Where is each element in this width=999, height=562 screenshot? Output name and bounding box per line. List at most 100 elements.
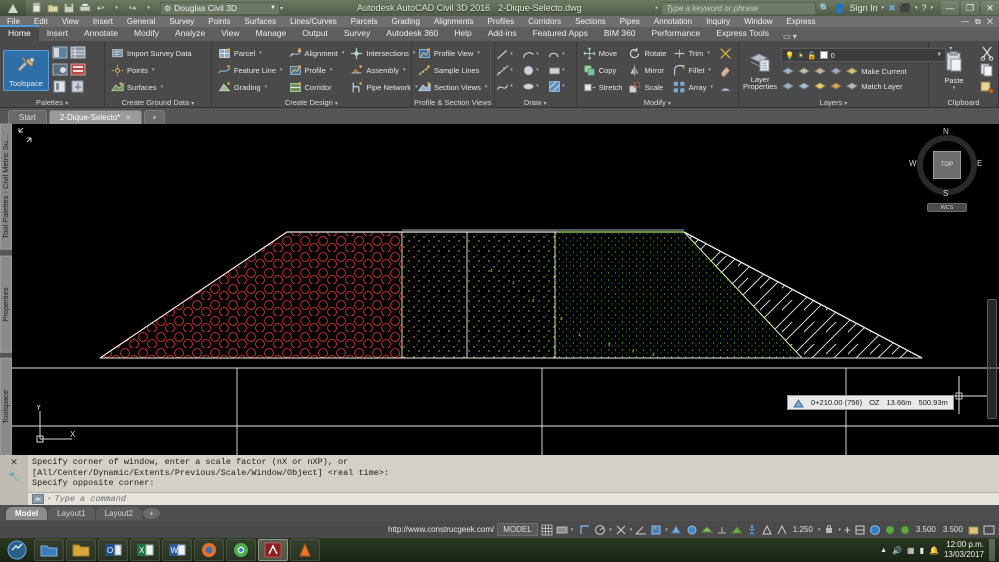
panel-title-clipboard[interactable]: Clipboard (929, 97, 998, 108)
viewcube-east-label[interactable]: E (977, 159, 982, 168)
open-icon[interactable] (45, 1, 60, 15)
chevron-down-icon[interactable]: ▾ (259, 50, 262, 56)
tab-performance[interactable]: Performance (644, 27, 709, 41)
panel-title-create-design[interactable]: Create Design ▾ (212, 97, 411, 108)
chevron-down-icon[interactable]: ▾ (710, 84, 713, 90)
tab-express-tools[interactable]: Express Tools (708, 27, 777, 41)
tab-autodesk-360[interactable]: Autodesk 360 (378, 27, 446, 41)
close-icon[interactable]: ✕ (10, 457, 18, 468)
isolate-objects-icon[interactable] (716, 523, 728, 537)
ribbon-item-pipe-network[interactable]: Pipe Network ▾ (347, 79, 420, 95)
chevron-down-icon[interactable]: ▾ (844, 101, 847, 107)
layer-properties-button[interactable]: Layer Properties (742, 48, 778, 93)
grid-icon[interactable] (541, 523, 553, 537)
isolate-toggle-icon[interactable] (869, 523, 881, 537)
show-desktop-button[interactable] (989, 539, 995, 561)
toolspace-button[interactable]: Toolspace (3, 49, 49, 91)
otrack-icon[interactable] (635, 523, 647, 537)
chevron-down-icon[interactable]: ▾ (335, 101, 338, 107)
ribbon-item-sample-lines[interactable]: Sample Lines (415, 62, 491, 78)
layer-lock-icon[interactable] (829, 64, 843, 78)
navigation-bar[interactable] (987, 299, 997, 419)
chevron-down-icon[interactable]: ▾ (403, 67, 406, 73)
layer-selector[interactable]: 💡 ☀ 🔓 0 ▼ (781, 48, 947, 62)
ribbon-item-points[interactable]: Points ▾ (108, 62, 195, 78)
workspace-selector[interactable]: ⚙ Douglas Civil 3D ▼ (160, 1, 280, 15)
workspace-switch-icon[interactable] (761, 523, 773, 537)
draw-cell-rectangle[interactable]: ▾ (548, 64, 574, 77)
menu-item-sections[interactable]: Sections (568, 16, 613, 27)
tab-add-ins[interactable]: Add-ins (480, 27, 525, 41)
document-tab-start[interactable]: Start (8, 110, 47, 124)
layer-thaw-icon[interactable] (797, 79, 811, 93)
chevron-down-icon[interactable]: ▾ (265, 84, 268, 90)
exchange-apps-icon[interactable]: ⬛ (900, 3, 911, 14)
tab-insert[interactable]: Insert (39, 27, 76, 41)
viewcube-ucs-selector[interactable]: WCS (927, 203, 967, 212)
panel-title-modify[interactable]: Modify ▾ (577, 97, 738, 108)
tab-annotate[interactable]: Annotate (76, 27, 126, 41)
snap-icon[interactable] (556, 523, 568, 537)
chevron-down-icon[interactable]: ▾ (708, 67, 711, 73)
menu-item-pipes[interactable]: Pipes (613, 16, 647, 27)
ribbon-item-rotate[interactable]: Rotate (625, 45, 669, 61)
menu-item-view[interactable]: View (55, 16, 86, 27)
lightbulb-on-icon[interactable]: 💡 (785, 51, 794, 60)
menu-item-grading[interactable]: Grading (384, 16, 426, 27)
viewport-lock-dropdown-icon[interactable]: ▾ (838, 527, 841, 533)
drawing-window-controls[interactable]: — ⧉ ✕ (961, 17, 999, 27)
lineweight-display-icon[interactable] (884, 523, 896, 537)
taskbar-item-vlc[interactable] (290, 539, 320, 561)
copy-clip-icon[interactable] (978, 62, 995, 78)
drawing-canvas[interactable]: 41 23 14 23 Y X N S W E TOP WCS 0+210.00… (12, 124, 999, 455)
chevron-down-icon[interactable]: ▼ (270, 5, 276, 11)
battery-icon[interactable]: ▮ (920, 546, 924, 555)
viewcube-west-label[interactable]: W (909, 159, 917, 168)
autodesk-360-icon[interactable]: ✖ (888, 3, 896, 14)
start-button[interactable] (2, 539, 32, 561)
autoscale-icon[interactable] (730, 523, 743, 537)
panel-title-create-ground-data[interactable]: Create Ground Data ▾ (105, 97, 211, 108)
undo-icon[interactable]: ↩ (93, 1, 108, 15)
apps-dropdown-icon[interactable]: ▾ (915, 5, 918, 11)
clean-screen-icon[interactable] (968, 523, 980, 537)
customize-icon[interactable]: 🔧 (8, 471, 19, 482)
chevron-down-icon[interactable]: ▾ (161, 84, 164, 90)
menu-item-surfaces[interactable]: Surfaces (238, 16, 284, 27)
panel-title-palettes[interactable]: Palettes ▾ (0, 97, 104, 108)
hardware-acceleration-icon[interactable] (854, 523, 866, 537)
chevron-down-icon[interactable]: ▾ (280, 67, 283, 73)
annotation-scale-value[interactable]: 1:250 (791, 525, 815, 534)
tab-manage[interactable]: Manage (248, 27, 295, 41)
ribbon-item-corridor[interactable]: Corridor (286, 79, 348, 95)
chevron-down-icon[interactable]: ▾ (485, 84, 488, 90)
palette-tab-toolspace[interactable]: Toolspace (0, 358, 12, 455)
minimize-button[interactable]: — (941, 1, 959, 15)
menu-item-lines-curves[interactable]: Lines/Curves (283, 16, 344, 27)
tab-featured-apps[interactable]: Featured Apps (525, 27, 596, 41)
ribbon-item-feature-line[interactable]: Feature Line ▾ (215, 62, 286, 78)
help-icon[interactable]: ? (921, 3, 926, 13)
menu-item-points[interactable]: Points (201, 16, 237, 27)
menu-item-insert[interactable]: Insert (86, 16, 120, 27)
layer-off-icon[interactable] (813, 64, 827, 78)
chevron-down-icon[interactable]: ▾ (65, 101, 68, 107)
command-prompt-icon[interactable]: ≫ (32, 494, 44, 504)
add-icon[interactable]: + (844, 523, 851, 537)
draw-cell-line[interactable]: ▾ (496, 48, 522, 61)
sun-icon[interactable]: ☀ (798, 51, 805, 60)
lineweight-display-icon-2[interactable] (899, 523, 911, 537)
menu-item-parcels[interactable]: Parcels (344, 16, 385, 27)
document-tab-2-dique-selecto-[interactable]: 2-Dique-Selecto* ✕ (48, 110, 143, 124)
menu-item-annotation[interactable]: Annotation (647, 16, 699, 27)
search-input[interactable]: Type a keyword or phrase (661, 1, 817, 15)
taskbar-item-word[interactable]: W (162, 539, 192, 561)
close-button[interactable]: ✕ (981, 1, 999, 15)
search-dropdown-icon[interactable]: ▸ (656, 5, 659, 11)
menu-item-profiles[interactable]: Profiles (481, 16, 522, 27)
make-current-label[interactable]: Make Current (861, 67, 906, 76)
view-cube[interactable]: N S W E TOP WCS (907, 127, 987, 219)
panel-title-layers[interactable]: Layers ▾ (739, 97, 928, 108)
palette-tab-properties[interactable]: Properties (0, 255, 12, 353)
chevron-down-icon[interactable]: ▾ (477, 50, 480, 56)
